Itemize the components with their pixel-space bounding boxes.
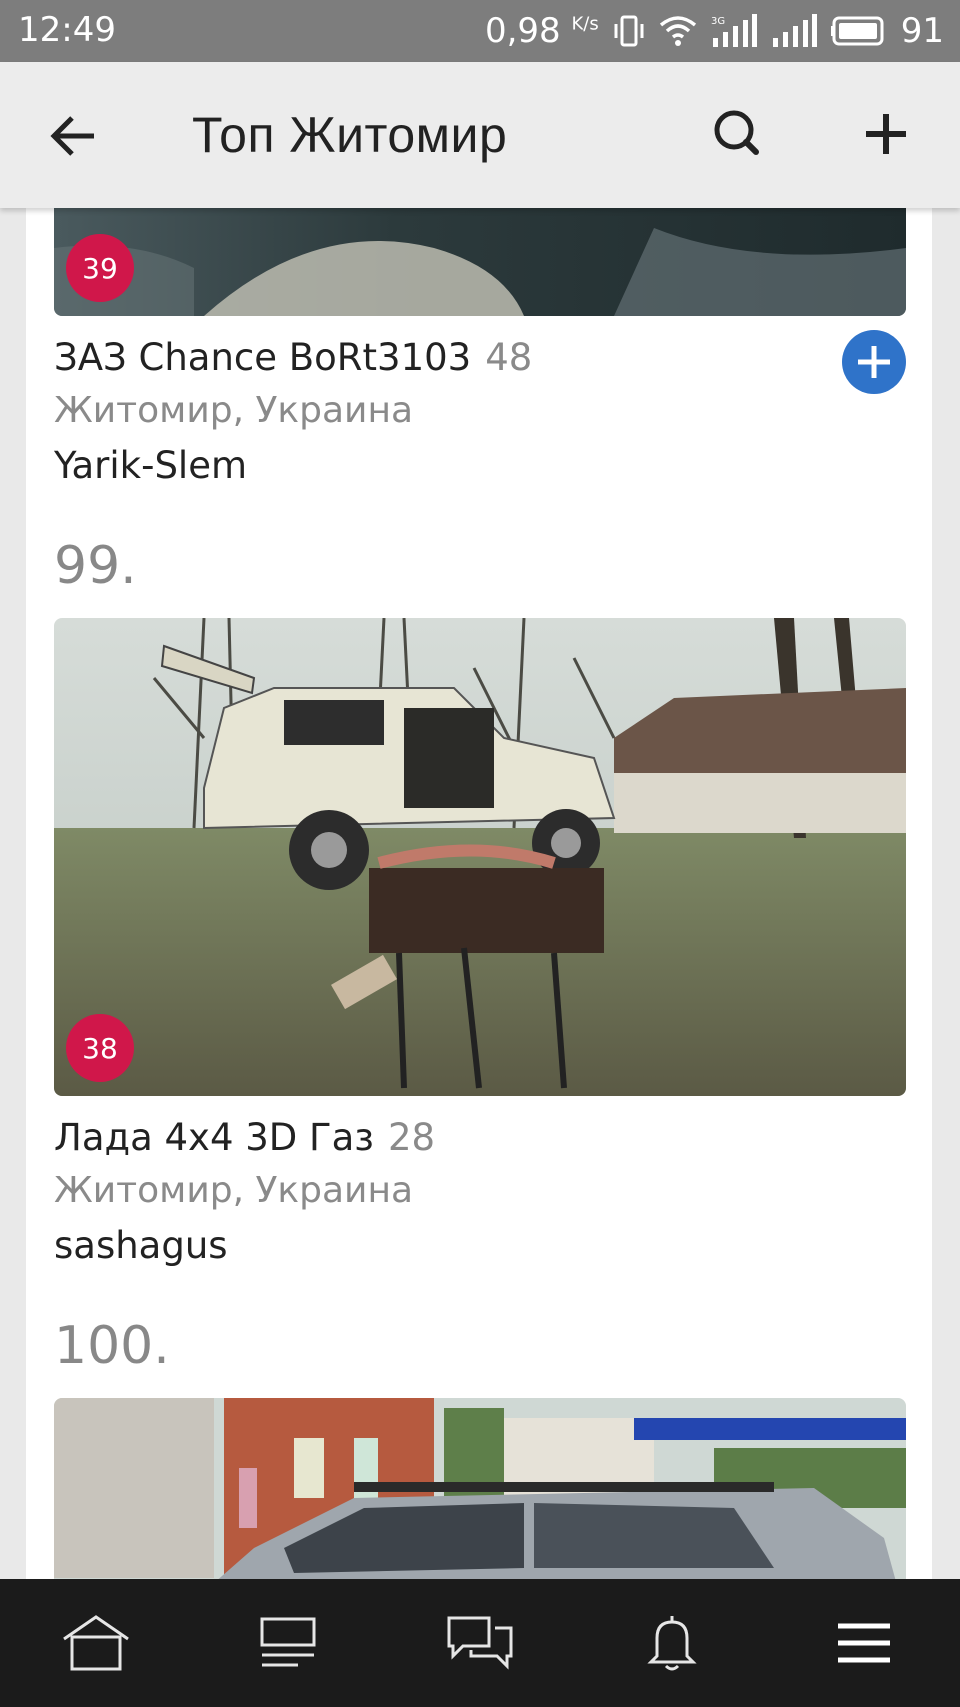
car-owner[interactable]: sashagus [54,1224,228,1267]
car-photo-image [54,1398,906,1579]
battery-level: 91 [900,11,944,51]
page-title: Топ Житомир [192,107,508,163]
car-title[interactable]: ЗАЗ Chance BoRt3103 48 [54,336,532,379]
car-photo-image [54,618,906,1096]
back-arrow-icon[interactable] [46,108,102,164]
rank-number: 100. [54,1316,170,1376]
wifi-icon [659,16,696,46]
status-bar: 12:49 0,98 K/s 3G 91 [0,0,960,62]
rank-number: 99. [54,536,137,596]
app-bar: Топ Житомир [0,62,960,208]
top-list: 39 ЗАЗ Chance BoRt3103 48 Житомир, Украин… [26,208,932,1579]
car-location: Житомир, Украина [54,1170,414,1211]
messages-icon [447,1616,513,1670]
car-photo-image [54,208,906,316]
car-location: Житомир, Украина [54,390,414,431]
network-speed-value: 0,98 [484,11,561,51]
battery-icon [830,16,884,46]
nav-feed[interactable] [243,1598,333,1688]
bottom-nav [0,1579,960,1707]
car-photo[interactable]: 38 [54,618,906,1096]
follow-button[interactable] [842,330,906,394]
nav-messages[interactable] [435,1598,525,1688]
nav-menu[interactable] [819,1598,909,1688]
car-title[interactable]: Лада 4x4 3D Газ 28 [54,1116,435,1159]
rating-badge: 39 [66,234,134,302]
status-time: 12:49 [18,10,116,50]
notifications-icon [647,1616,697,1671]
car-photo[interactable] [54,1398,906,1579]
car-name[interactable]: Лада 4x4 3D Газ [54,1116,374,1159]
car-count: 28 [387,1116,436,1159]
plus-icon [858,346,890,378]
add-icon[interactable] [858,106,914,162]
svg-text:3G: 3G [711,16,725,27]
signal-3g-icon: 3G [711,14,757,47]
search-icon[interactable] [710,106,766,162]
menu-icon [838,1623,890,1663]
nav-home[interactable] [51,1598,141,1688]
feed-icon [260,1617,316,1667]
home-icon [63,1615,129,1671]
rating-badge: 38 [66,1014,134,1082]
vibrate-icon [614,15,644,47]
car-count: 48 [485,336,533,379]
network-speed-unit: K/s [571,13,599,35]
status-right: 0,98 K/s 3G 91 [485,10,944,52]
network-speed: 0,98 K/s [485,11,599,51]
signal-icon [772,14,817,47]
nav-notifications[interactable] [627,1598,717,1688]
car-name[interactable]: ЗАЗ Chance BoRt3103 [54,336,471,379]
car-owner[interactable]: Yarik-Slem [54,444,247,487]
car-photo[interactable]: 39 [54,208,906,316]
